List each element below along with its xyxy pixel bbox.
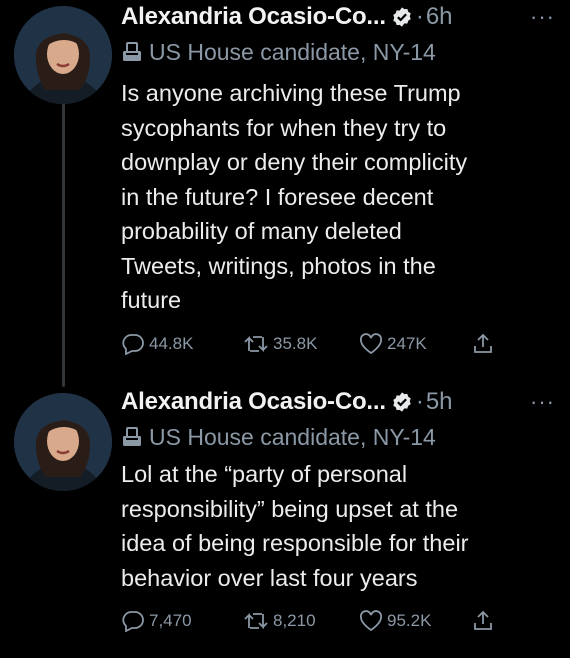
account-label: US House candidate, NY-14 xyxy=(121,34,561,70)
avatar[interactable] xyxy=(14,393,112,491)
retweet-button[interactable]: 8,210 xyxy=(243,610,359,632)
more-icon[interactable]: ··· xyxy=(530,4,555,30)
retweet-button[interactable]: 35.8K xyxy=(243,333,359,355)
share-icon xyxy=(474,333,492,353)
reply-count: 7,470 xyxy=(149,611,192,630)
tweet-timestamp[interactable]: 5h xyxy=(426,388,453,416)
reply-icon xyxy=(122,333,144,355)
retweet-count: 8,210 xyxy=(273,611,316,630)
account-label-text: US House candidate, NY-14 xyxy=(149,423,436,450)
tweet-header: Alexandria Ocasio-Co... · 5h ··· xyxy=(121,385,561,419)
share-button[interactable] xyxy=(471,332,499,356)
like-button[interactable]: 95.2K xyxy=(359,610,471,632)
reply-icon xyxy=(122,611,144,632)
verified-badge-icon xyxy=(391,391,413,413)
separator-dot: · xyxy=(415,388,424,415)
tweet-header: Alexandria Ocasio-Co... · 6h ··· xyxy=(121,0,561,34)
separator-dot: · xyxy=(415,3,424,30)
retweet-icon xyxy=(244,612,268,630)
like-button[interactable]: 247K xyxy=(359,332,471,355)
like-count: 247K xyxy=(387,333,427,353)
like-icon xyxy=(359,610,383,632)
tweet-text: Lol at the “party of personal responsibi… xyxy=(121,461,469,591)
reply-count: 44.8K xyxy=(149,333,194,353)
account-label-text: US House candidate, NY-14 xyxy=(149,38,436,65)
like-icon xyxy=(359,332,383,354)
reply-button[interactable]: 7,470 xyxy=(121,610,243,632)
like-count: 95.2K xyxy=(387,611,432,630)
author-name[interactable]: Alexandria Ocasio-Co... xyxy=(121,3,386,31)
avatar[interactable] xyxy=(14,6,112,104)
thread-connector-line xyxy=(62,97,65,387)
ballot-box-icon xyxy=(123,42,141,61)
tweet-text: Is anyone archiving these Trump sycophan… xyxy=(121,80,468,313)
author-name[interactable]: Alexandria Ocasio-Co... xyxy=(121,388,386,416)
reply-button[interactable]: 44.8K xyxy=(121,333,243,355)
retweet-count: 35.8K xyxy=(273,333,318,353)
account-label: US House candidate, NY-14 xyxy=(121,419,561,455)
more-icon[interactable]: ··· xyxy=(530,389,555,415)
ballot-box-icon xyxy=(123,427,141,446)
retweet-icon xyxy=(244,335,268,352)
verified-badge-icon xyxy=(391,6,413,28)
tweet-timestamp[interactable]: 6h xyxy=(426,3,453,31)
share-icon xyxy=(474,610,492,630)
tweet-actions: 7,470 8,210 95.2K xyxy=(121,609,561,633)
tweet-actions: 44.8K 35.8K 247K xyxy=(121,332,561,356)
share-button[interactable] xyxy=(471,609,499,633)
